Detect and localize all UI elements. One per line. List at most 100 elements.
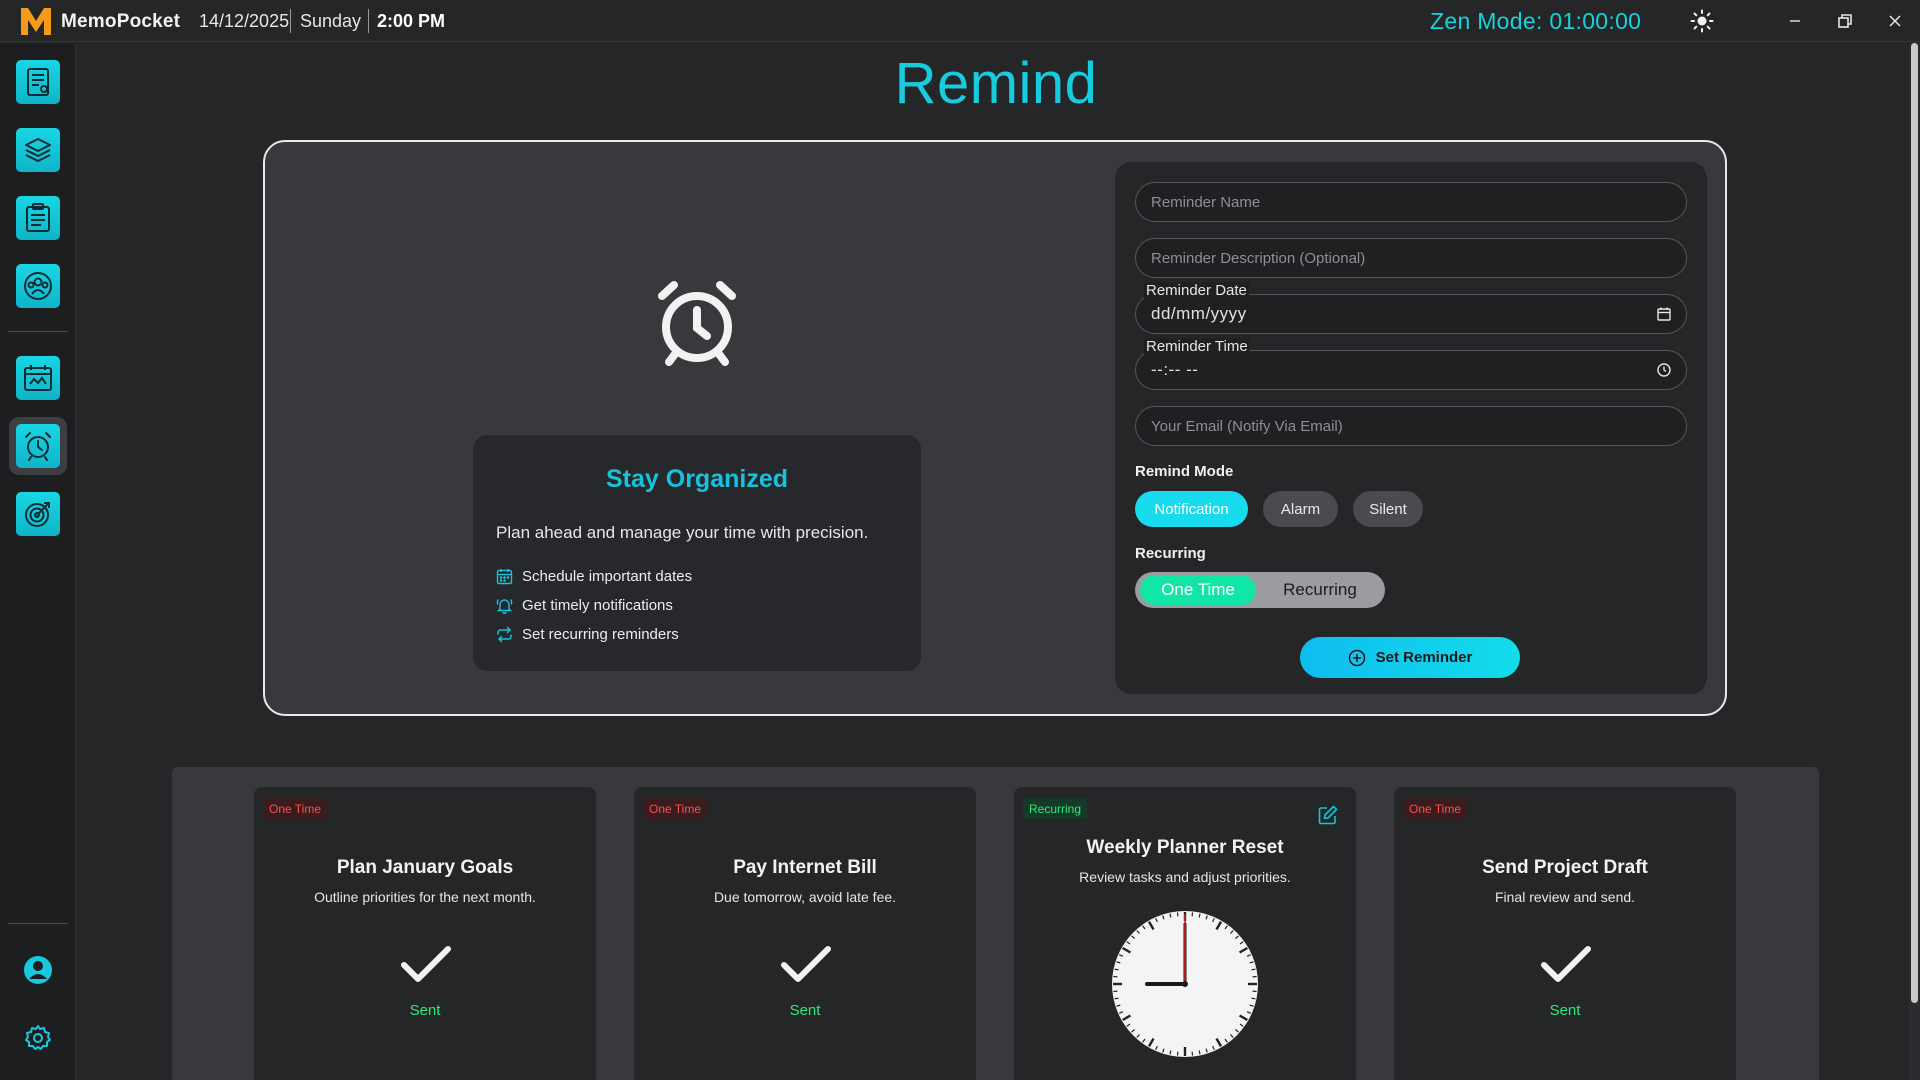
sidebar-item-notes[interactable] — [9, 53, 67, 111]
recurrence-badge: One Time — [1403, 798, 1468, 819]
plus-circle-icon — [1348, 649, 1365, 666]
sidebar-divider — [8, 923, 68, 924]
info-description: Plan ahead and manage your time with pre… — [496, 523, 869, 542]
email-input[interactable]: Your Email (Notify Via Email) — [1135, 406, 1687, 446]
reminder-title: Plan January Goals — [336, 857, 514, 878]
set-reminder-label: Set Reminder — [1375, 649, 1473, 666]
feature-label: Get timely notifications — [522, 597, 673, 614]
alarm-clock-icon — [16, 424, 60, 468]
sidebar-item-calendar[interactable] — [9, 349, 67, 407]
reminder-card[interactable]: Recurring Weekly Planner Reset Review ta… — [1014, 787, 1356, 1080]
titlebar-date: 14/12/2025 — [199, 11, 290, 31]
one-time-option[interactable]: One Time — [1140, 575, 1256, 605]
reminder-description-placeholder: Reminder Description (Optional) — [1151, 249, 1366, 267]
app-logo-icon — [21, 8, 51, 35]
feature-item: Schedule important dates — [496, 568, 692, 585]
calendar-icon — [16, 356, 60, 400]
divider — [290, 9, 291, 33]
reminder-title: Weekly Planner Reset — [1086, 837, 1284, 858]
reminder-description: Outline priorities for the next month. — [314, 889, 536, 905]
mode-alarm-button[interactable]: Alarm — [1263, 491, 1338, 527]
reminder-card[interactable]: One Time Send Project Draft Final review… — [1394, 787, 1736, 1080]
recurring-option[interactable]: Recurring — [1261, 575, 1379, 605]
mode-label: Alarm — [1280, 500, 1321, 518]
target-icon — [16, 492, 60, 536]
sidebar-divider — [8, 331, 68, 332]
feature-label: Schedule important dates — [522, 568, 693, 585]
mode-notification-button[interactable]: Notification — [1135, 491, 1248, 527]
clock-tick — [1251, 968, 1256, 971]
remind-mode-label: Remind Mode — [1135, 463, 1234, 480]
reminder-date-input[interactable]: dd/mm/yyyy — [1135, 294, 1687, 334]
profile-button[interactable] — [18, 950, 58, 990]
mode-label: Notification — [1154, 500, 1229, 518]
clock-tick — [1169, 1050, 1172, 1055]
sun-icon — [1690, 9, 1714, 33]
edit-reminder-button[interactable] — [1317, 804, 1339, 826]
clipboard-list-icon — [16, 196, 60, 240]
scrollbar-thumb[interactable] — [1911, 43, 1918, 1003]
clock-tick — [1114, 968, 1119, 971]
reminder-create-card: Stay Organized Plan ahead and manage you… — [263, 140, 1727, 716]
titlebar-day: Sunday — [300, 11, 362, 31]
alarm-clock-icon — [658, 281, 736, 366]
scrollbar[interactable] — [1909, 43, 1920, 1080]
reminder-date-label: Reminder Date — [1144, 282, 1249, 299]
set-reminder-button[interactable]: Set Reminder — [1300, 637, 1520, 678]
close-window-button[interactable] — [1870, 0, 1920, 42]
sidebar-item-goals[interactable] — [9, 485, 67, 543]
reminder-status: Sent — [409, 1002, 441, 1019]
clock-tick — [1251, 997, 1256, 1000]
reminder-name-input[interactable]: Reminder Name — [1135, 182, 1687, 222]
email-placeholder: Your Email (Notify Via Email) — [1151, 417, 1343, 435]
settings-button[interactable] — [18, 1018, 58, 1058]
sidebar-item-flashcards[interactable] — [9, 121, 67, 179]
reminder-name-placeholder: Reminder Name — [1151, 193, 1261, 211]
mode-silent-button[interactable]: Silent — [1353, 491, 1423, 527]
feature-item: Set recurring reminders — [496, 626, 679, 643]
restore-button[interactable] — [1820, 0, 1870, 42]
titlebar-time: 2:00 PM — [377, 11, 446, 31]
zen-mode-timer[interactable]: Zen Mode: 01:00:00 — [1430, 8, 1641, 35]
reminder-date-value: dd/mm/yyyy — [1151, 304, 1247, 323]
reminder-time-label: Reminder Time — [1144, 338, 1250, 355]
checkmark-icon — [401, 946, 451, 982]
sidebar-item-community[interactable] — [9, 257, 67, 315]
info-title: Stay Organized — [606, 465, 788, 493]
reminder-title: Pay Internet Bill — [733, 857, 877, 878]
clock-picker-icon[interactable] — [1656, 362, 1672, 378]
reminder-description: Review tasks and adjust priorities. — [1079, 869, 1291, 885]
stay-organized-card: Stay Organized Plan ahead and manage you… — [473, 435, 921, 671]
minimize-icon — [1790, 20, 1800, 22]
app-name: MemoPocket — [61, 11, 181, 32]
sidebar-item-tasks[interactable] — [9, 189, 67, 247]
calendar-picker-icon[interactable] — [1656, 306, 1672, 322]
mode-label: Silent — [1369, 500, 1407, 518]
recurring-toggle: One Time Recurring — [1135, 572, 1385, 608]
page-title-container: Remind — [76, 50, 1916, 117]
reminder-status: Sent — [789, 1002, 821, 1019]
reminder-title: Send Project Draft — [1482, 857, 1648, 878]
recurring-label: Recurring — [1135, 545, 1206, 562]
reminder-description-input[interactable]: Reminder Description (Optional) — [1135, 238, 1687, 278]
layers-stack-icon — [16, 128, 60, 172]
title-bar: MemoPocket 14/12/2025 Sunday 2:00 PM Zen… — [0, 0, 1920, 42]
reminder-time-input[interactable]: --:-- -- — [1135, 350, 1687, 390]
feature-label: Set recurring reminders — [522, 626, 679, 643]
recurrence-badge: Recurring — [1023, 798, 1088, 819]
sidebar-item-remind[interactable] — [9, 417, 67, 475]
reminder-list: One Time Plan January Goals Outline prio… — [172, 767, 1819, 1080]
reminder-card[interactable]: One Time Pay Internet Bill Due tomorrow,… — [634, 787, 976, 1080]
minimize-button[interactable] — [1770, 0, 1820, 42]
recurrence-badge: One Time — [643, 798, 708, 819]
feature-item: Get timely notifications — [496, 597, 673, 614]
reminder-status: Sent — [1549, 1002, 1581, 1019]
clock-tick — [1198, 913, 1201, 918]
people-group-icon — [16, 264, 60, 308]
clock-tick — [1198, 1050, 1201, 1055]
checkmark-icon — [781, 946, 831, 982]
reminder-description: Final review and send. — [1494, 889, 1636, 905]
reminder-card[interactable]: One Time Plan January Goals Outline prio… — [254, 787, 596, 1080]
theme-toggle-button[interactable] — [1690, 9, 1714, 33]
analog-clock-icon — [1112, 911, 1258, 1057]
